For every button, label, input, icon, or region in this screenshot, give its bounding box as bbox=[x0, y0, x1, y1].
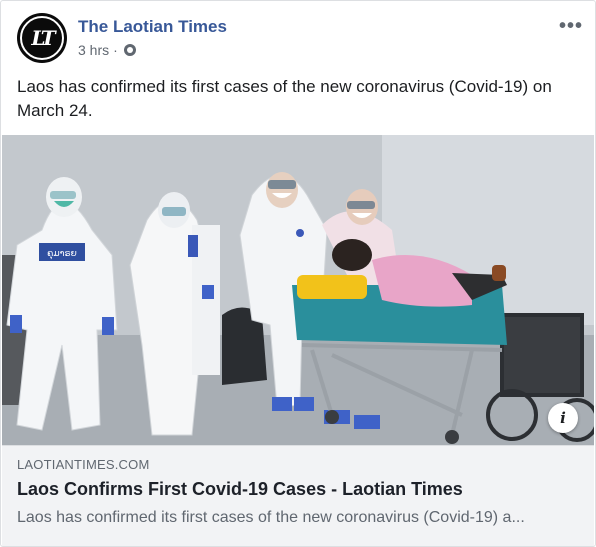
post-message: Laos has confirmed its first cases of th… bbox=[17, 77, 552, 120]
post-header: LT The Laotian Times 3 hrs · ••• bbox=[17, 13, 583, 63]
post-timestamp[interactable]: 3 hrs bbox=[78, 42, 109, 58]
suit-badge-text: ຄຸມາຣຍ bbox=[47, 249, 77, 260]
post-photo[interactable]: ຄຸມາຣຍ i bbox=[2, 135, 594, 445]
page-name-link[interactable]: The Laotian Times bbox=[78, 17, 227, 37]
globe-icon[interactable] bbox=[123, 44, 136, 56]
info-icon[interactable]: i bbox=[548, 403, 578, 433]
link-preview[interactable]: LAOTIANTIMES.COM Laos Confirms First Cov… bbox=[2, 445, 594, 546]
more-options-icon[interactable]: ••• bbox=[559, 15, 583, 38]
link-domain: LAOTIANTIMES.COM bbox=[17, 457, 150, 472]
avatar-logo: LT bbox=[20, 16, 64, 60]
link-description: Laos has confirmed its first cases of th… bbox=[17, 509, 525, 526]
facebook-post: LT The Laotian Times 3 hrs · ••• Laos ha… bbox=[0, 0, 596, 547]
link-title[interactable]: Laos Confirms First Covid-19 Cases - Lao… bbox=[17, 479, 463, 500]
post-meta: 3 hrs · bbox=[78, 42, 136, 58]
photo-illustration: ຄຸມາຣຍ bbox=[2, 135, 594, 445]
page-avatar[interactable]: LT bbox=[17, 13, 67, 63]
meta-separator: · bbox=[113, 42, 118, 58]
